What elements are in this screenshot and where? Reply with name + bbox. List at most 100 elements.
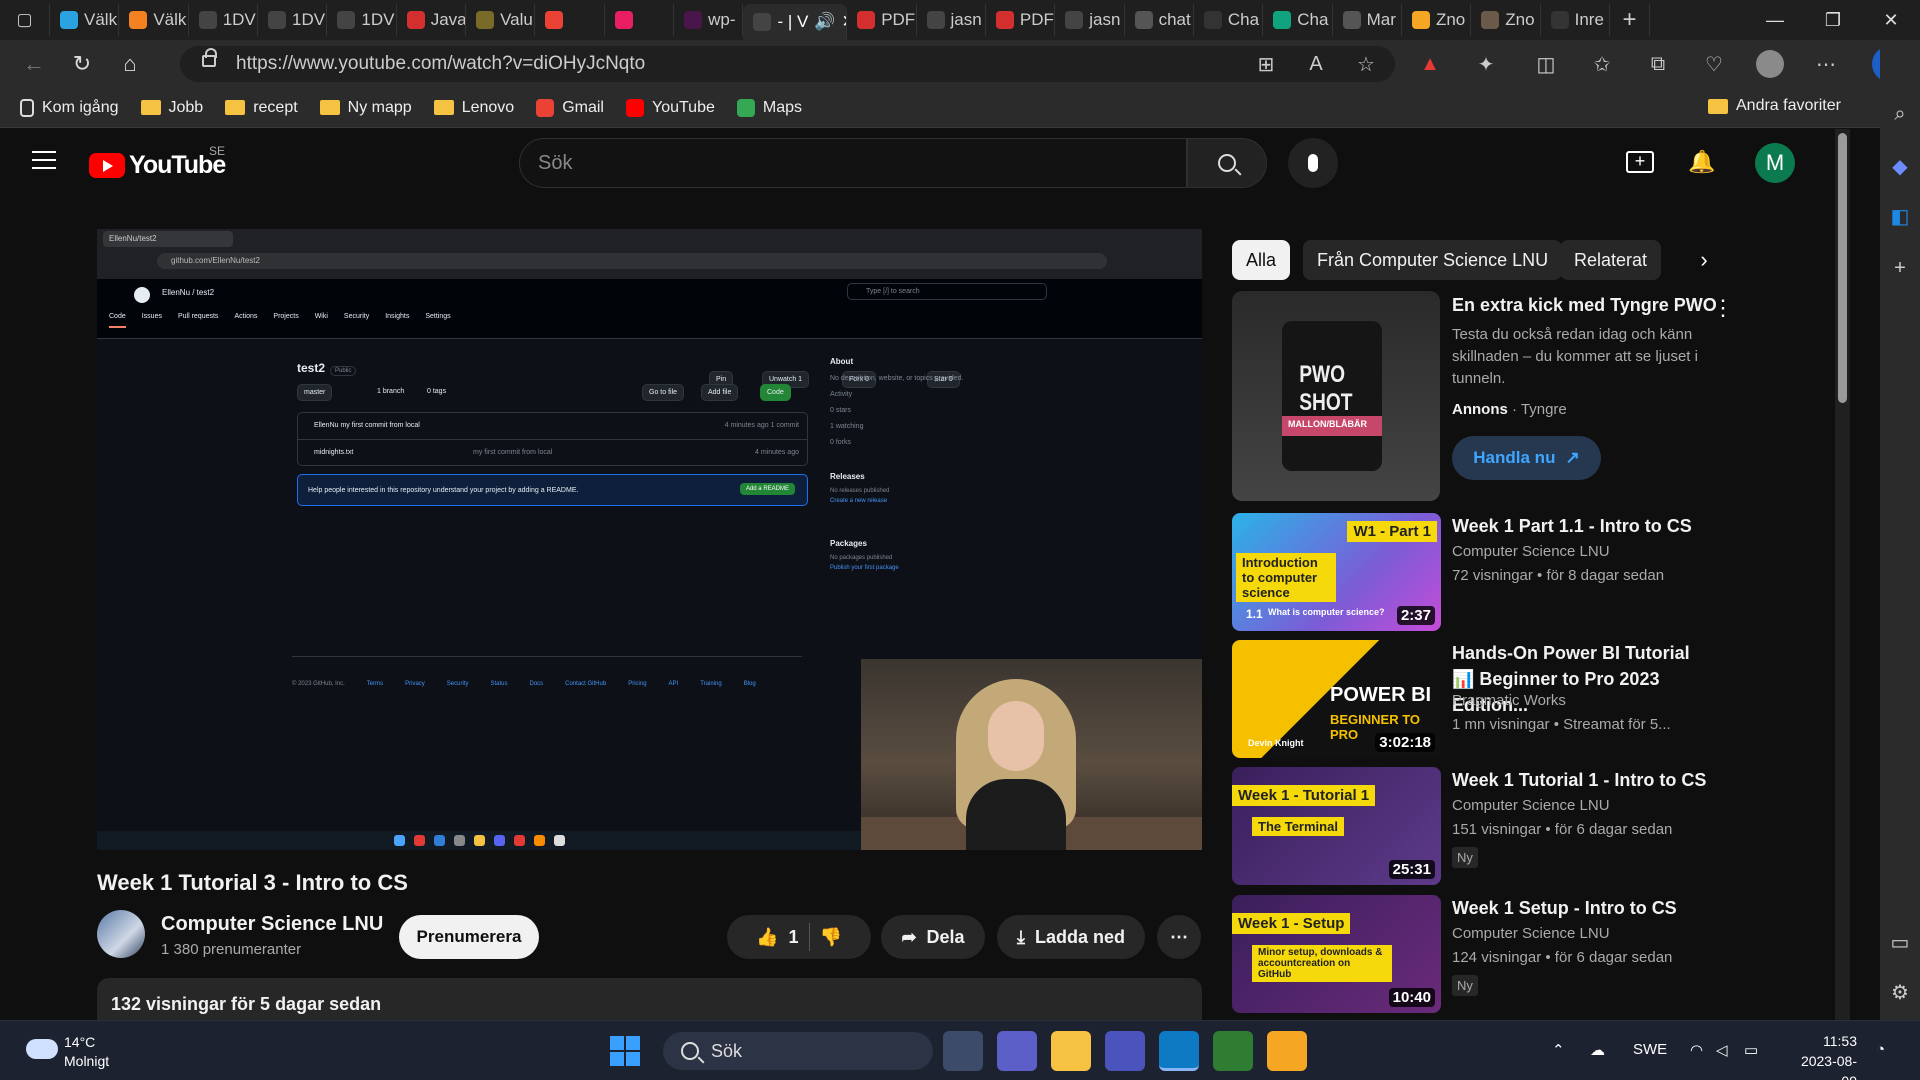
chip-0[interactable]: Alla xyxy=(1232,240,1291,280)
split-screen-icon[interactable]: ◫ xyxy=(1532,50,1560,78)
browser-tab[interactable]: - | V🔊✕ xyxy=(743,4,848,40)
start-icon[interactable] xyxy=(605,1031,645,1071)
edge-taskbar-icon[interactable] xyxy=(1159,1031,1199,1071)
browser-tab[interactable]: Cha xyxy=(1263,4,1333,36)
search-button[interactable] xyxy=(1187,138,1267,188)
account-avatar[interactable]: M xyxy=(1755,143,1795,183)
teams-icon[interactable] xyxy=(1105,1031,1145,1071)
browser-tab[interactable]: Zno xyxy=(1471,4,1541,36)
chip-2[interactable]: Relaterat xyxy=(1560,240,1662,280)
url-field[interactable]: https://www.youtube.com/watch?v=diOHyJcN… xyxy=(180,46,1395,82)
subscribe-button[interactable]: Prenumerera xyxy=(399,915,539,959)
bookmark-item[interactable]: Maps xyxy=(736,98,802,117)
pdf-extension-icon[interactable]: ▲ xyxy=(1416,50,1444,78)
browser-tab[interactable]: jasn xyxy=(917,4,986,36)
ad-cta-button[interactable]: Handla nu ↗ xyxy=(1452,436,1601,480)
tab-audio-icon[interactable]: 🔊 xyxy=(814,12,835,32)
outlook-icon[interactable]: ◧ xyxy=(1880,196,1920,236)
ad-title[interactable]: En extra kick med Tyngre PWO xyxy=(1452,295,1717,316)
taskbar-search[interactable]: Sök xyxy=(663,1032,933,1070)
scrollbar-thumb[interactable] xyxy=(1838,133,1847,403)
tray-chevron-icon[interactable]: ⌃ xyxy=(1552,1041,1565,1059)
browser-tab[interactable]: 1DV xyxy=(327,4,397,36)
zno-taskbar-icon[interactable] xyxy=(1267,1031,1307,1071)
sidebar-add-icon[interactable]: + xyxy=(1880,248,1920,288)
channel-avatar[interactable] xyxy=(97,910,145,958)
new-tab-icon[interactable]: + xyxy=(1610,4,1650,36)
browser-tab[interactable]: PDF xyxy=(986,4,1056,36)
browser-tab[interactable]: Zno xyxy=(1402,4,1472,36)
close-window-icon[interactable]: ✕ xyxy=(1862,0,1920,40)
browser-tab[interactable]: chat xyxy=(1125,4,1194,36)
battery-icon[interactable]: ▭ xyxy=(1744,1041,1758,1059)
file-explorer-icon[interactable] xyxy=(1051,1031,1091,1071)
back-icon[interactable]: ← xyxy=(14,44,54,84)
sidebar-settings-icon[interactable]: ⚙ xyxy=(1880,972,1920,1012)
wifi-icon[interactable]: ◠ xyxy=(1690,1041,1703,1059)
language-indicator[interactable]: SWE xyxy=(1633,1041,1667,1058)
extensions-icon[interactable]: ✦ xyxy=(1472,50,1500,78)
sidebar-search-icon[interactable]: ⌕ xyxy=(1880,94,1920,134)
browser-tab[interactable]: Valu xyxy=(466,4,536,36)
recommended-video[interactable]: W1 - Part 1 Introduction to computer scie… xyxy=(1232,513,1828,631)
video-thumbnail[interactable]: Week 1 - Tutorial 1 The Terminal 25:31 xyxy=(1232,767,1441,885)
more-actions-button[interactable]: ⋯ xyxy=(1157,915,1201,959)
ad-thumbnail[interactable]: PWO SHOT MALLON/BLÅBÄR xyxy=(1232,291,1440,501)
bookmark-item[interactable]: recept xyxy=(225,99,298,117)
onedrive-icon[interactable]: ☁ xyxy=(1590,1041,1605,1059)
bookmark-item[interactable]: Ny mapp xyxy=(319,99,412,117)
download-button[interactable]: ⤓ Ladda ned xyxy=(997,915,1145,959)
ad-card[interactable]: PWO SHOT MALLON/BLÅBÄR En extra kick med … xyxy=(1232,291,1828,501)
browser-tab[interactable]: Java xyxy=(397,4,467,36)
description-box[interactable]: 132 visningar för 5 dagar sedan xyxy=(97,978,1202,1020)
recommended-video[interactable]: Week 1 - Tutorial 1 The Terminal 25:31 Week… xyxy=(1232,767,1828,885)
browser-tab[interactable]: jasn xyxy=(1055,4,1125,36)
search-input[interactable]: Sök xyxy=(519,138,1187,188)
video-title[interactable]: Week 1 Part 1.1 - Intro to CS xyxy=(1452,513,1707,539)
bookmark-item[interactable]: Gmail xyxy=(536,98,604,117)
sidebar-panel-icon[interactable]: ▭ xyxy=(1880,922,1920,962)
video-thumbnail[interactable]: POWER BI BEGINNER TO PRO Devin Knight FREE … xyxy=(1232,640,1441,758)
youtube-logo[interactable]: YouTube SE xyxy=(89,144,226,180)
video-title[interactable]: Week 1 Tutorial 1 - Intro to CS xyxy=(1452,767,1707,793)
home-icon[interactable]: ⌂ xyxy=(110,44,150,84)
browser-tab[interactable]: Välk xyxy=(119,4,189,36)
share-button[interactable]: ➦ Dela xyxy=(881,915,985,959)
clock[interactable]: 11:53 2023-08-09 xyxy=(1787,1031,1857,1080)
refresh-icon[interactable]: ↻ xyxy=(62,44,102,84)
chips-next-icon[interactable]: › xyxy=(1684,240,1724,280)
volume-icon[interactable]: ◁ xyxy=(1716,1041,1728,1059)
task-view-icon[interactable] xyxy=(943,1031,983,1071)
app-icon[interactable] xyxy=(1213,1031,1253,1071)
browser-tab[interactable]: 1DV xyxy=(189,4,259,36)
video-thumbnail[interactable]: Week 1 - Setup Minor setup, downloads & a… xyxy=(1232,895,1441,1013)
collections-icon[interactable]: ⧉ xyxy=(1644,50,1672,78)
dislike-button[interactable]: 👎 xyxy=(820,927,842,948)
browser-tab[interactable]: PDF xyxy=(847,4,917,36)
bookmark-item[interactable]: Lenovo xyxy=(433,99,514,117)
other-favorites[interactable]: Andra favoriter xyxy=(1708,97,1841,115)
tab-actions-icon[interactable]: ▢ xyxy=(0,4,50,36)
notifications-bell-icon[interactable]: 🔔 xyxy=(1688,149,1715,175)
like-button[interactable]: 👍 1 xyxy=(756,927,798,948)
video-player[interactable]: EllenNu/test2 github.com/EllenNu/test2 E… xyxy=(97,229,1202,850)
page-scrollbar[interactable] xyxy=(1835,129,1850,1020)
browser-tab[interactable]: Välk xyxy=(50,4,120,36)
chip-1[interactable]: Från Computer Science LNU xyxy=(1303,240,1563,280)
minimize-icon[interactable]: — xyxy=(1746,0,1804,40)
favorite-star-icon[interactable]: ☆ xyxy=(1352,50,1380,78)
create-video-icon[interactable]: + xyxy=(1626,151,1654,173)
profile-icon[interactable] xyxy=(1756,50,1784,78)
maximize-icon[interactable]: ❐ xyxy=(1804,0,1862,40)
teams-chat-icon[interactable] xyxy=(997,1031,1037,1071)
read-aloud-icon[interactable]: A xyxy=(1302,50,1330,78)
ad-more-icon[interactable]: ⋮ xyxy=(1712,295,1734,321)
channel-name[interactable]: Computer Science LNU xyxy=(1452,543,1610,560)
channel-name[interactable]: Computer Science LNU xyxy=(1452,797,1610,814)
notification-icon[interactable]: ◔ xyxy=(1876,1041,1885,1058)
channel-name[interactable]: Pragmatic Works xyxy=(1452,692,1566,709)
bookmark-item[interactable]: Jobb xyxy=(140,99,203,117)
menu-icon[interactable] xyxy=(32,151,56,169)
video-thumbnail[interactable]: W1 - Part 1 Introduction to computer scie… xyxy=(1232,513,1441,631)
browser-tab[interactable]: wp- xyxy=(674,4,744,36)
